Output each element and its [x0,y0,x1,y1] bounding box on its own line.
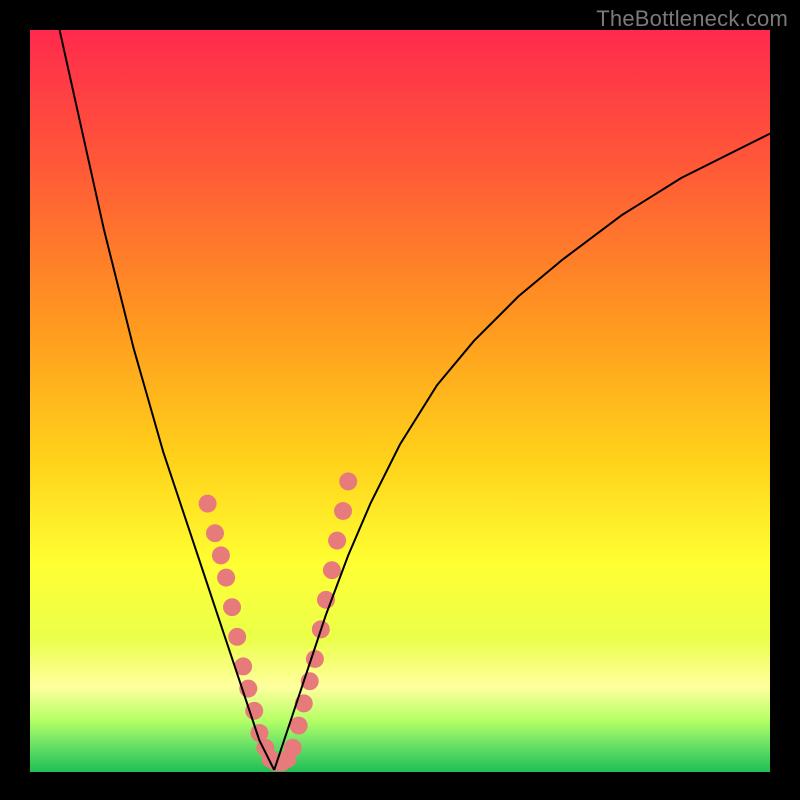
highlight-dot [228,628,246,646]
highlight-dot [290,717,308,735]
highlight-dot [217,569,235,587]
plot-area [30,30,770,772]
highlight-dot [212,546,230,564]
chart-svg [30,30,770,770]
highlight-dot [284,739,302,757]
right-branch-path [274,134,770,770]
chart-frame: TheBottleneck.com [0,0,800,800]
highlight-dot [323,561,341,579]
highlight-dot [339,472,357,490]
highlight-dot [206,524,224,542]
highlight-dot [334,502,352,520]
highlight-dot [328,532,346,550]
watermark-text: TheBottleneck.com [596,6,788,32]
highlight-dot [199,495,217,513]
highlight-dot [223,598,241,616]
scatter-group [199,472,358,771]
